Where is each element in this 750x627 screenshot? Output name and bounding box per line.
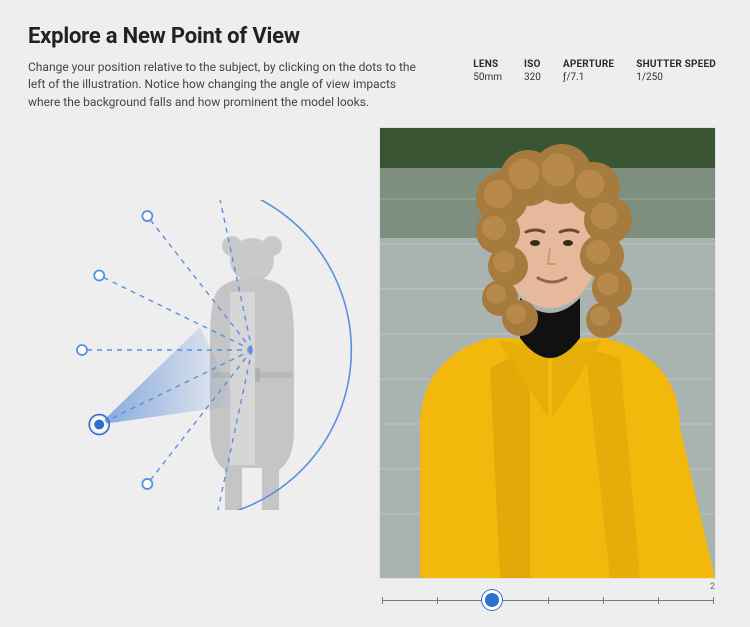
- slider-thumb[interactable]: [485, 593, 499, 607]
- page-description: Change your position relative to the sub…: [28, 59, 428, 111]
- spec-iso-value: 320: [524, 72, 541, 83]
- slider-tick[interactable]: [603, 597, 604, 604]
- spec-shutter-value: 1/250: [636, 72, 716, 83]
- angle-dot[interactable]: [93, 419, 105, 431]
- angle-diagram[interactable]: [60, 200, 360, 510]
- spec-lens-label: LENS: [473, 59, 502, 70]
- angle-dot[interactable]: [94, 270, 104, 280]
- slider-tick[interactable]: [658, 597, 659, 604]
- page-title: Explore a New Point of View: [28, 24, 722, 49]
- spec-shutter-label: SHUTTER SPEED: [636, 59, 716, 70]
- angle-dot[interactable]: [77, 345, 87, 355]
- slider-step-label: 2: [710, 582, 715, 592]
- spec-aperture-label: APERTURE: [563, 59, 614, 70]
- intro-row: Change your position relative to the sub…: [28, 59, 722, 111]
- spec-shutter: SHUTTER SPEED 1/250: [636, 59, 716, 83]
- position-slider[interactable]: 2: [380, 590, 715, 614]
- angle-dot[interactable]: [142, 479, 152, 489]
- spec-lens-value: 50mm: [473, 72, 502, 83]
- result-photo: [380, 128, 715, 578]
- spec-iso-label: ISO: [524, 59, 541, 70]
- spec-lens: LENS 50mm: [473, 59, 502, 83]
- spec-iso: ISO 320: [524, 59, 541, 83]
- subject-silhouette-icon: [210, 236, 294, 510]
- slider-tick[interactable]: [548, 597, 549, 604]
- slider-tick[interactable]: [437, 597, 438, 604]
- spec-aperture: APERTURE ƒ/7.1: [563, 59, 614, 83]
- angle-dot[interactable]: [142, 211, 152, 221]
- slider-tick[interactable]: [713, 597, 714, 604]
- camera-specs: LENS 50mm ISO 320 APERTURE ƒ/7.1 SHUTTER…: [473, 59, 716, 83]
- slider-tick[interactable]: [382, 597, 383, 604]
- spec-aperture-value: ƒ/7.1: [563, 72, 614, 83]
